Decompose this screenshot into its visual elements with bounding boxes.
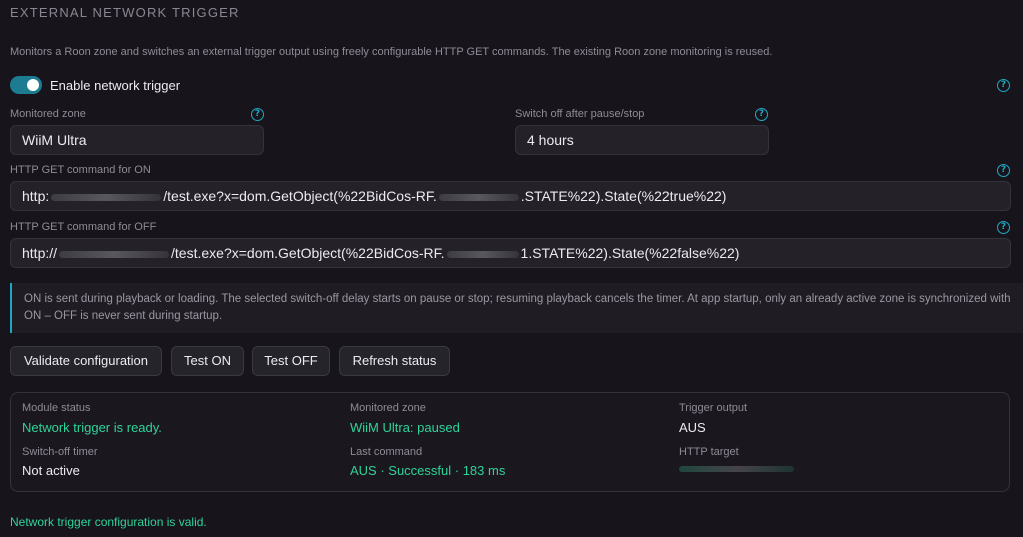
switch-off-label: Switch off after pause/stop xyxy=(515,108,645,120)
help-icon[interactable]: ? xyxy=(997,79,1010,92)
validation-message: Network trigger configuration is valid. xyxy=(10,515,207,529)
http-on-prefix: http: xyxy=(22,188,50,204)
section-title: EXTERNAL NETWORK TRIGGER xyxy=(10,5,240,20)
toggle-knob xyxy=(27,79,39,91)
help-icon[interactable]: ? xyxy=(251,108,264,121)
http-on-middle: /test.exe?x=dom.GetObject(%22BidCos-RF. xyxy=(163,188,437,204)
trigger-output-label: Trigger output xyxy=(679,402,748,414)
module-status-value: Network trigger is ready. xyxy=(22,420,162,435)
switch-off-timer-value: Not active xyxy=(22,463,80,478)
http-off-suffix: 1.STATE%22).State(%22false%22) xyxy=(520,245,740,261)
help-icon[interactable]: ? xyxy=(755,108,768,121)
refresh-button[interactable]: Refresh status xyxy=(339,346,450,376)
monitored-zone-value: WiiM Ultra: paused xyxy=(350,420,460,435)
last-command-label: Last command xyxy=(350,446,423,458)
http-target-label: HTTP target xyxy=(679,446,739,458)
zone-label: Monitored zone xyxy=(10,108,86,120)
http-on-suffix: .STATE%22).State(%22true%22) xyxy=(520,188,727,204)
switch-off-timer-label: Switch-off timer xyxy=(22,446,98,458)
http-on-input[interactable]: http: /test.exe?x=dom.GetObject(%22BidCos… xyxy=(10,181,1011,211)
test-on-button[interactable]: Test ON xyxy=(171,346,244,376)
switch-off-select[interactable]: 4 hours xyxy=(515,125,769,155)
validate-button[interactable]: Validate configuration xyxy=(10,346,162,376)
info-note: ON is sent during playback or loading. T… xyxy=(10,283,1023,333)
help-icon[interactable]: ? xyxy=(997,164,1010,177)
http-off-middle: /test.exe?x=dom.GetObject(%22BidCos-RF. xyxy=(171,245,445,261)
redacted-host xyxy=(51,193,162,201)
last-command-value: AUS · Successful · 183 ms xyxy=(350,463,506,478)
test-off-button[interactable]: Test OFF xyxy=(252,346,330,376)
http-off-input[interactable]: http:// /test.exe?x=dom.GetObject(%22BidC… xyxy=(10,238,1011,268)
section-description: Monitors a Roon zone and switches an ext… xyxy=(10,46,773,58)
http-off-prefix: http:// xyxy=(22,245,58,261)
enable-toggle[interactable] xyxy=(10,76,42,94)
toggle-label: Enable network trigger xyxy=(50,78,181,93)
trigger-output-value: AUS xyxy=(679,420,706,435)
redacted-device xyxy=(438,193,519,201)
zone-select[interactable]: WiiM Ultra xyxy=(10,125,264,155)
http-off-label: HTTP GET command for OFF xyxy=(10,221,157,233)
status-panel: Module status Network trigger is ready. … xyxy=(10,392,1010,492)
monitored-zone-label: Monitored zone xyxy=(350,402,426,414)
redacted-device xyxy=(446,250,519,258)
module-status-label: Module status xyxy=(22,402,91,414)
http-target-redacted xyxy=(679,466,794,472)
help-icon[interactable]: ? xyxy=(997,221,1010,234)
http-on-label: HTTP GET command for ON xyxy=(10,164,151,176)
redacted-host xyxy=(59,250,170,258)
